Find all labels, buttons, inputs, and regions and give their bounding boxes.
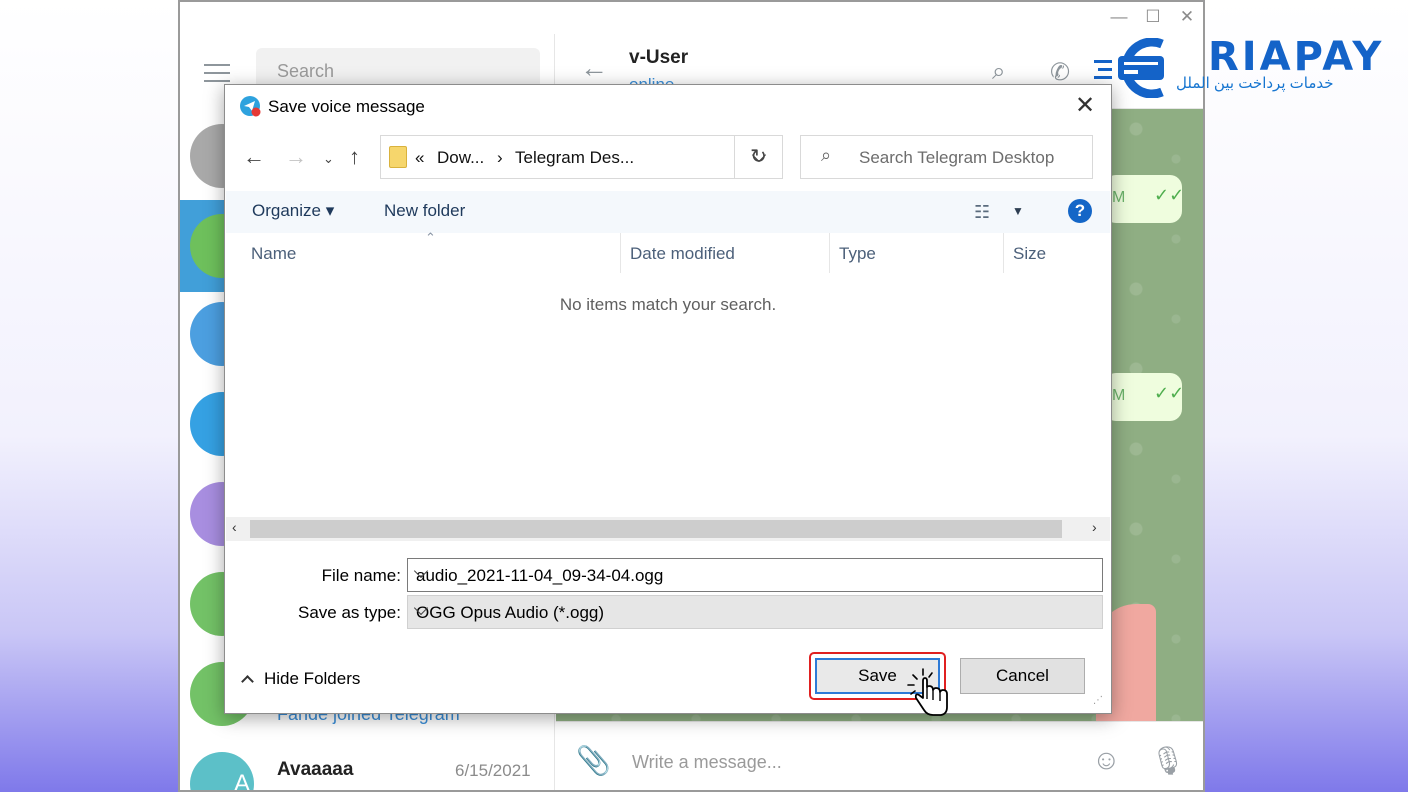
telegram-icon — [240, 96, 261, 117]
file-name-field[interactable]: audio_2021-11-04_09-34-04.ogg — [407, 558, 1103, 592]
search-placeholder: Search Telegram Desktop — [859, 148, 1055, 167]
scroll-right-icon[interactable]: › — [1092, 519, 1097, 535]
save-dialog: Save voice message ✕ ← → ⌄ ↑ « Dow... › … — [224, 84, 1112, 716]
phone-icon[interactable]: ✆ — [1050, 58, 1070, 87]
brand-logo: RIAPAY خدمات پرداخت بین الملل — [1092, 34, 1381, 98]
message-bubble[interactable]: M ✓✓ — [1104, 175, 1185, 223]
close-icon[interactable]: ✕ — [1075, 91, 1095, 120]
hand-pointer-cursor-icon — [907, 668, 948, 716]
chat-name[interactable]: Avaaaaa — [277, 759, 353, 781]
new-folder-button[interactable]: New folder — [384, 201, 465, 221]
search-icon[interactable]: ⌕ — [992, 58, 1005, 86]
minimize-icon[interactable]: — — [1106, 6, 1132, 28]
logo-tagline: خدمات پرداخت بین الملل — [1176, 75, 1334, 92]
back-arrow-icon[interactable]: ← — [580, 52, 608, 84]
refresh-icon[interactable]: ↻ — [734, 135, 782, 179]
chat-search-placeholder: Search — [277, 61, 335, 81]
back-icon[interactable]: ← — [243, 144, 265, 170]
scroll-left-icon[interactable]: ‹ — [232, 519, 237, 535]
double-check-icon: ✓✓ — [1154, 185, 1185, 205]
microphone-icon[interactable]: 🎙 — [1150, 744, 1186, 777]
message-input[interactable]: Write a message... — [632, 752, 782, 773]
column-size[interactable]: Size — [1004, 233, 1094, 273]
scrollbar-thumb[interactable] — [250, 520, 1062, 538]
help-icon[interactable]: ? — [1068, 199, 1092, 223]
folder-icon — [389, 146, 407, 168]
recent-locations-icon[interactable]: ⌄ — [323, 151, 334, 167]
address-bar[interactable]: « Dow... › Telegram Des... — [380, 135, 783, 179]
message-time: M — [1112, 387, 1126, 404]
empty-results-message: No items match your search. — [559, 295, 777, 314]
save-type-label: Save as type: — [297, 603, 401, 622]
save-type-value: OGG Opus Audio (*.ogg) — [416, 603, 605, 622]
breadcrumb-downloads[interactable]: Dow... — [437, 148, 484, 168]
horizontal-scrollbar[interactable]: ‹ › — [226, 517, 1110, 541]
menu-icon[interactable] — [204, 64, 230, 82]
close-window-icon[interactable]: ✕ — [1174, 6, 1200, 28]
file-name-value: audio_2021-11-04_09-34-04.ogg — [416, 566, 664, 585]
up-folder-icon[interactable]: ↑ — [349, 144, 360, 170]
avatar[interactable]: A — [190, 752, 254, 790]
message-time: M — [1112, 189, 1126, 206]
breadcrumb-separator: › — [497, 148, 503, 167]
organize-button[interactable]: Organize ▾ — [252, 201, 334, 221]
resize-grip-icon[interactable]: ⋰ — [1093, 695, 1103, 706]
maximize-icon[interactable]: ☐ — [1140, 6, 1166, 28]
cancel-button[interactable]: Cancel — [960, 658, 1085, 694]
message-composer: 📎 Write a message... ☺ 🎙 — [556, 721, 1203, 790]
message-bubble[interactable]: M ✓✓ — [1104, 373, 1185, 421]
chevron-up-icon — [241, 675, 254, 688]
address-ellipsis: « — [415, 148, 425, 167]
emoji-icon[interactable]: ☺ — [1092, 744, 1121, 776]
file-name-label: File name: — [321, 566, 401, 585]
forward-icon[interactable]: → — [285, 144, 307, 170]
peer-name[interactable]: v-User — [629, 47, 688, 69]
column-date-modified[interactable]: Date modified — [621, 233, 830, 273]
dialog-title: Save voice message — [268, 97, 425, 116]
attach-icon[interactable]: 📎 — [576, 744, 611, 777]
double-check-icon: ✓✓ — [1154, 383, 1185, 403]
chat-date: 6/15/2021 — [455, 761, 531, 780]
dialog-search-input[interactable]: ⌕ Search Telegram Desktop — [800, 135, 1093, 179]
hide-folders-button[interactable]: Hide Folders — [241, 669, 360, 689]
dialog-toolbar: Organize ▾ New folder ☷ ▼ ? — [226, 191, 1110, 233]
save-type-select[interactable]: OGG Opus Audio (*.ogg) — [407, 595, 1103, 629]
view-dropdown-icon[interactable]: ▼ — [1012, 204, 1024, 218]
column-type[interactable]: Type — [830, 233, 1004, 273]
column-name[interactable]: Name — [242, 233, 621, 273]
search-icon: ⌕ — [821, 145, 832, 165]
view-options-icon[interactable]: ☷ — [974, 202, 990, 223]
window-titlebar: — ☐ ✕ — [180, 2, 1203, 34]
breadcrumb-telegram-desktop[interactable]: Telegram Des... — [515, 148, 634, 168]
